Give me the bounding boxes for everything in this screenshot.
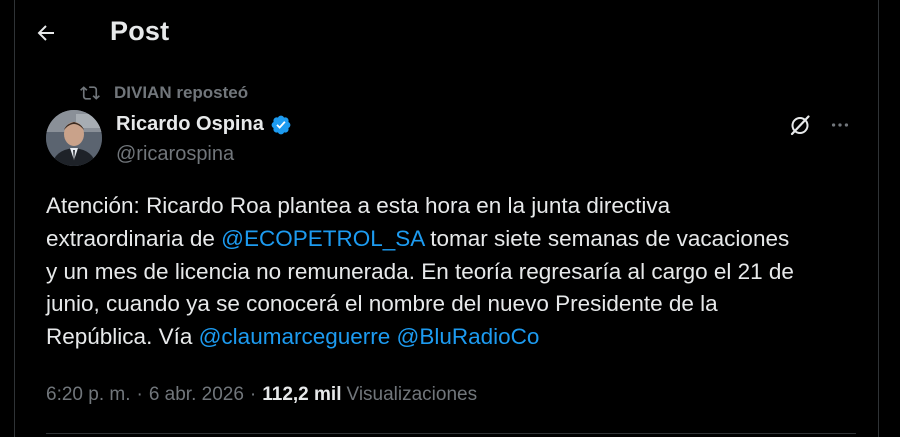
divider bbox=[46, 433, 856, 434]
post-time[interactable]: 6:20 p. m. bbox=[46, 384, 131, 406]
repost-label: DIVIAN reposteó bbox=[114, 83, 249, 102]
post-text-line-5-start: República. Vía bbox=[46, 324, 199, 350]
post-text-line-2-end: tomar siete semanas de vacaciones bbox=[424, 225, 790, 251]
grok-icon bbox=[790, 115, 810, 136]
verified-badge-icon bbox=[271, 115, 291, 134]
page-title: Post bbox=[110, 16, 170, 46]
mention-ecopetrol[interactable]: @ECOPETROL_SA bbox=[221, 226, 424, 251]
views-label: Visualizaciones bbox=[346, 384, 478, 405]
column-border-right bbox=[878, 0, 879, 437]
post-text-line-1: Atención: Ricardo Roa plantea a esta hor… bbox=[46, 193, 671, 218]
post-meta: 6:20 p. m. · 6 abr. 2026 · 112,2 mil Vis… bbox=[46, 384, 477, 406]
grok-button[interactable] bbox=[786, 111, 814, 139]
post-text-line-2-start: extraordinaria de bbox=[46, 225, 222, 251]
post-view: Post DIVIAN reposteó Ricardo Ospina @ric… bbox=[0, 0, 900, 437]
mention-bluradioco[interactable]: @BluRadioCo bbox=[397, 324, 540, 349]
author-name[interactable]: Ricardo Ospina bbox=[116, 113, 264, 136]
back-button[interactable] bbox=[30, 17, 62, 49]
arrow-left-icon bbox=[37, 25, 54, 41]
avatar-image bbox=[46, 110, 102, 166]
post-text-line-3: y un mes de licencia no remunerada. En t… bbox=[46, 258, 794, 284]
post-text-line-4: junio, cuando ya se conocerá el nombre d… bbox=[46, 291, 718, 317]
author-handle[interactable]: @ricarospina bbox=[116, 143, 234, 166]
post-text-line-5: República. Vía @claumarceguerre @BluRadi… bbox=[46, 321, 866, 354]
post-text-line-2: extraordinaria de @ECOPETROL_SA tomar si… bbox=[46, 223, 866, 256]
views-count[interactable]: 112,2 mil bbox=[262, 384, 341, 406]
repost-indicator[interactable]: DIVIAN reposteó bbox=[80, 83, 248, 103]
post-text: Atención: Ricardo Roa plantea a esta hor… bbox=[46, 190, 866, 354]
meta-separator: · bbox=[136, 384, 143, 405]
post-date[interactable]: 6 abr. 2026 bbox=[149, 384, 244, 406]
column-border-left bbox=[14, 0, 15, 437]
more-options-icon bbox=[831, 123, 849, 127]
more-options-button[interactable] bbox=[826, 111, 854, 139]
repost-icon bbox=[80, 86, 100, 100]
meta-separator-2: · bbox=[249, 384, 257, 405]
mention-claumarceguerre[interactable]: @claumarceguerre bbox=[199, 324, 391, 349]
avatar[interactable] bbox=[46, 110, 102, 166]
author-name-row[interactable]: Ricardo Ospina bbox=[116, 113, 292, 136]
